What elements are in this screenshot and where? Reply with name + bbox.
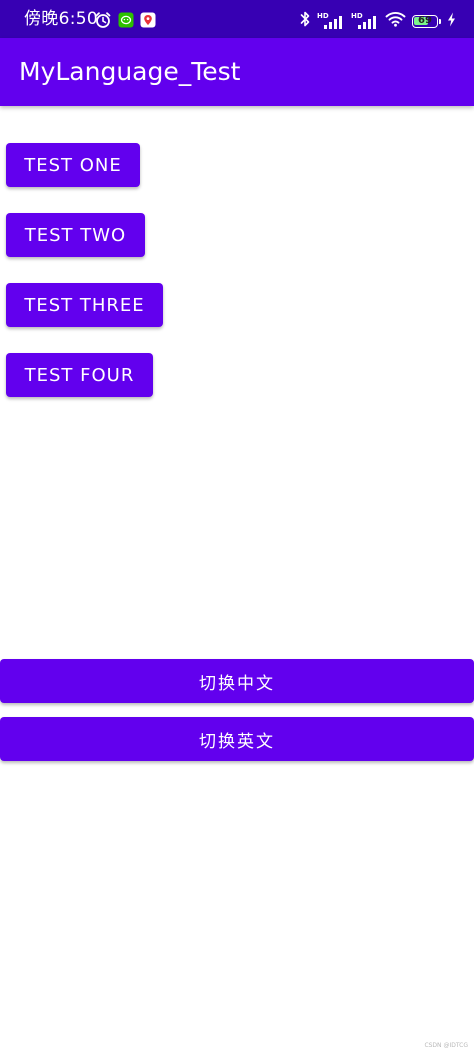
status-bar: 傍晚6:50 HD HD 69	[0, 0, 474, 38]
battery-cap	[439, 19, 441, 24]
wifi-icon	[385, 11, 406, 31]
switch-chinese-button[interactable]: 切换中文	[0, 659, 474, 703]
test-two-button[interactable]: TEST TWO	[6, 213, 145, 257]
signal-icon: HD	[317, 12, 345, 30]
status-left-icons	[94, 11, 156, 33]
test-four-button[interactable]: TEST FOUR	[6, 353, 153, 397]
wechat-icon	[118, 12, 134, 32]
status-time: 傍晚6:50	[24, 9, 98, 29]
app-bar: MyLanguage_Test	[0, 38, 474, 106]
status-right-icons: HD HD 69	[300, 10, 456, 32]
test-one-button[interactable]: TEST ONE	[6, 143, 140, 187]
watermark: CSDN @IDTCG	[424, 1042, 468, 1049]
signal-icon: HD	[351, 12, 379, 30]
switch-english-button[interactable]: 切换英文	[0, 717, 474, 761]
charging-icon	[447, 12, 456, 31]
app-title: MyLanguage_Test	[19, 57, 241, 86]
bluetooth-icon	[300, 10, 311, 32]
test-three-button[interactable]: TEST THREE	[6, 283, 163, 327]
alarm-icon	[94, 11, 112, 33]
app-notification-icon	[140, 12, 156, 32]
battery-icon: 69	[412, 15, 438, 28]
battery-level: 69	[418, 15, 432, 26]
